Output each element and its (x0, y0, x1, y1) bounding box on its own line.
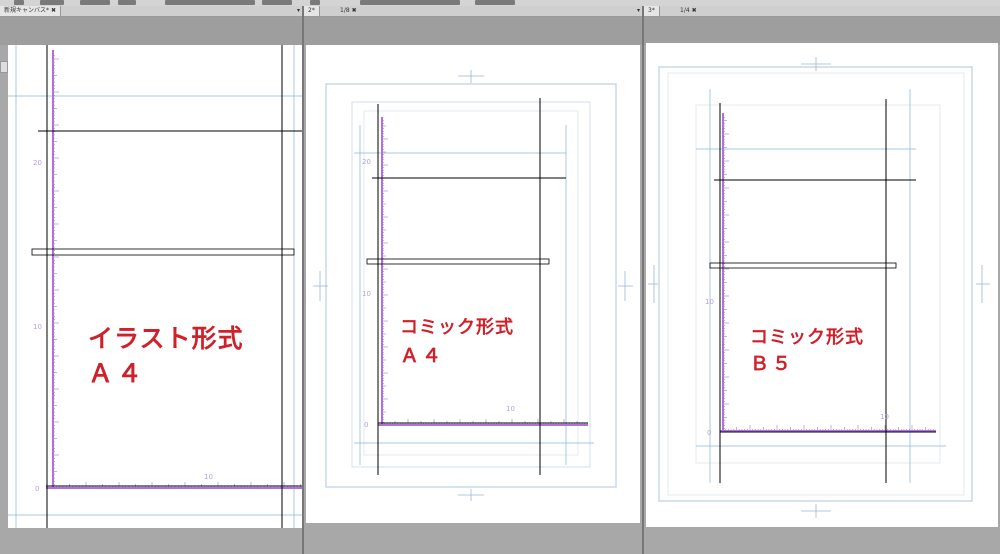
toolbar-button[interactable] (360, 0, 460, 5)
canvas-pane-1: 新規キャンバス* ✖ ▾ 20 10 0 10 イラスト形式 Ａ４ (0, 6, 302, 554)
close-icon[interactable]: ✖ (352, 7, 357, 14)
close-icon[interactable]: ✖ (51, 7, 56, 14)
ruler-label: 0 (364, 421, 368, 429)
panel-handle[interactable] (0, 61, 8, 73)
document-tab-bar: 2* 1/8 ✖ ▾ (304, 6, 642, 17)
ruler-label: 0 (35, 485, 39, 493)
toolbar-button[interactable] (165, 0, 255, 5)
canvas-drawing: 10 0 10 (648, 57, 990, 518)
canvas-background (0, 17, 302, 45)
canvas-drawing: 20 10 0 10 (313, 70, 633, 501)
page-indicator: 1/4 ✖ (680, 7, 697, 14)
ruler-label: 10 (880, 413, 889, 421)
toolbar-button[interactable] (118, 0, 136, 5)
canvas-label-line2: Ａ４ (88, 359, 147, 388)
canvas-label-line1: コミック形式 (750, 327, 864, 348)
ruler-label: 10 (362, 290, 371, 298)
canvas-page[interactable]: 20 10 0 10 イラスト形式 Ａ４ (8, 45, 302, 528)
toolbar-button[interactable] (475, 0, 515, 5)
ruler-label: 10 (204, 473, 213, 481)
document-tab-3[interactable]: 3* (644, 6, 660, 16)
document-tab-bar: 3* 1/4 ✖ (644, 6, 1000, 17)
toolbar-button[interactable] (262, 0, 292, 5)
canvas-label-line2: Ａ４ (400, 345, 445, 367)
canvas-label-line2: Ｂ５ (750, 353, 795, 375)
ruler-label: 10 (33, 323, 42, 331)
canvas-label-line1: イラスト形式 (88, 324, 244, 353)
toolbar-button[interactable] (14, 0, 24, 5)
canvas-label-line1: コミック形式 (400, 317, 514, 338)
toolbar-button[interactable] (310, 0, 320, 5)
toolbar-button[interactable] (40, 0, 64, 5)
canvas-page[interactable]: 20 10 0 10 コミック形式 Ａ４ (306, 45, 640, 523)
ruler-label: 20 (33, 159, 42, 167)
canvas-background (304, 17, 642, 45)
ruler-label: 10 (506, 405, 515, 413)
canvas-background (644, 17, 1000, 45)
canvas-pane-3: 3* 1/4 ✖ 10 0 10 コミック形式 Ｂ５ (644, 6, 1000, 554)
chevron-down-icon[interactable]: ▾ (637, 6, 640, 16)
document-tab-bar: 新規キャンバス* ✖ ▾ (0, 6, 302, 17)
ruler-label: 0 (707, 429, 711, 437)
chevron-down-icon[interactable]: ▾ (297, 6, 300, 16)
document-tab-2[interactable]: 2* (304, 6, 320, 16)
canvas-page[interactable]: 10 0 10 コミック形式 Ｂ５ (646, 43, 998, 527)
canvas-drawing: 20 10 0 10 (8, 45, 302, 528)
page-indicator: 1/8 ✖ (340, 7, 357, 14)
document-tab-1[interactable]: 新規キャンバス* ✖ (0, 6, 61, 16)
toolbar-button[interactable] (80, 0, 110, 5)
canvas-pane-2: 2* 1/8 ✖ ▾ 20 10 0 10 コミック形式 Ａ４ (304, 6, 642, 554)
ruler-label: 20 (362, 158, 371, 166)
close-icon[interactable]: ✖ (692, 7, 697, 14)
ruler-label: 10 (705, 298, 714, 306)
